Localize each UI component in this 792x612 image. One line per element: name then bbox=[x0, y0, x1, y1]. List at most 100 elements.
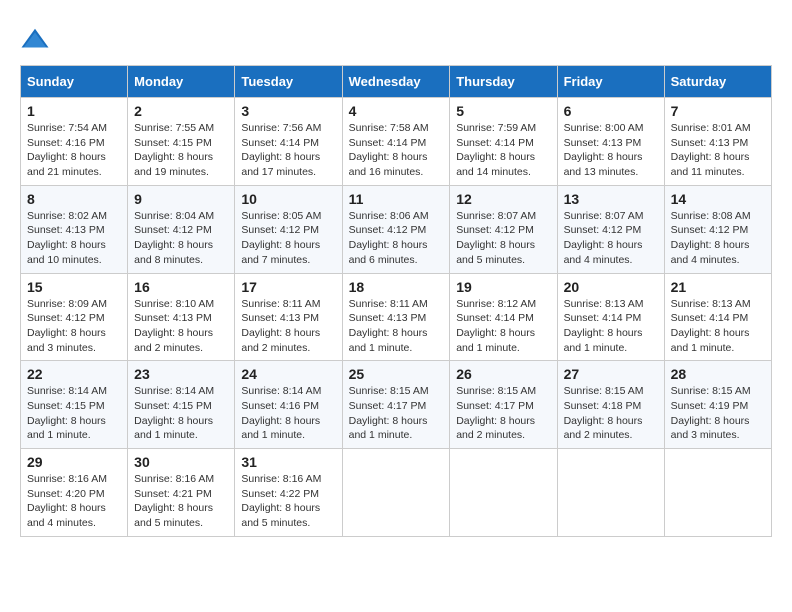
day-info: Sunrise: 7:59 AMSunset: 4:14 PMDaylight:… bbox=[456, 121, 550, 180]
day-number: 12 bbox=[456, 191, 550, 207]
day-number: 15 bbox=[27, 279, 121, 295]
calendar-cell: 25Sunrise: 8:15 AMSunset: 4:17 PMDayligh… bbox=[342, 361, 450, 449]
day-number: 27 bbox=[564, 366, 658, 382]
logo-icon bbox=[20, 25, 50, 55]
day-number: 26 bbox=[456, 366, 550, 382]
day-info: Sunrise: 8:02 AMSunset: 4:13 PMDaylight:… bbox=[27, 209, 121, 268]
day-number: 14 bbox=[671, 191, 765, 207]
calendar: SundayMondayTuesdayWednesdayThursdayFrid… bbox=[20, 65, 772, 537]
day-info: Sunrise: 7:55 AMSunset: 4:15 PMDaylight:… bbox=[134, 121, 228, 180]
day-number: 9 bbox=[134, 191, 228, 207]
day-number: 6 bbox=[564, 103, 658, 119]
day-number: 10 bbox=[241, 191, 335, 207]
day-number: 17 bbox=[241, 279, 335, 295]
day-number: 2 bbox=[134, 103, 228, 119]
day-number: 3 bbox=[241, 103, 335, 119]
day-info: Sunrise: 8:16 AMSunset: 4:21 PMDaylight:… bbox=[134, 472, 228, 531]
day-number: 30 bbox=[134, 454, 228, 470]
calendar-cell: 13 Sunrise: 8:07 AMSunset: 4:12 PMDayligh… bbox=[557, 185, 664, 273]
calendar-cell: 9 Sunrise: 8:04 AMSunset: 4:12 PMDaylight… bbox=[128, 185, 235, 273]
calendar-cell: 18 Sunrise: 8:11 AMSunset: 4:13 PMDayligh… bbox=[342, 273, 450, 361]
day-number: 11 bbox=[349, 191, 444, 207]
day-number: 22 bbox=[27, 366, 121, 382]
calendar-cell: 12 Sunrise: 8:07 AMSunset: 4:12 PMDayligh… bbox=[450, 185, 557, 273]
day-info: Sunrise: 8:16 AMSunset: 4:20 PMDaylight:… bbox=[27, 472, 121, 531]
day-info: Sunrise: 8:05 AMSunset: 4:12 PMDaylight:… bbox=[241, 209, 335, 268]
calendar-cell: 3Sunrise: 7:56 AMSunset: 4:14 PMDaylight… bbox=[235, 98, 342, 186]
column-header-wednesday: Wednesday bbox=[342, 66, 450, 98]
calendar-cell bbox=[664, 449, 771, 537]
column-header-saturday: Saturday bbox=[664, 66, 771, 98]
calendar-cell bbox=[342, 449, 450, 537]
calendar-cell: 27 Sunrise: 8:15 AMSunset: 4:18 PMDayligh… bbox=[557, 361, 664, 449]
day-number: 1 bbox=[27, 103, 121, 119]
calendar-cell: 29 Sunrise: 8:16 AMSunset: 4:20 PMDayligh… bbox=[21, 449, 128, 537]
day-number: 4 bbox=[349, 103, 444, 119]
day-number: 29 bbox=[27, 454, 121, 470]
calendar-cell: 16Sunrise: 8:10 AMSunset: 4:13 PMDayligh… bbox=[128, 273, 235, 361]
day-info: Sunrise: 8:15 AMSunset: 4:18 PMDaylight:… bbox=[564, 384, 658, 443]
day-number: 25 bbox=[349, 366, 444, 382]
calendar-cell: 2 Sunrise: 7:55 AMSunset: 4:15 PMDaylight… bbox=[128, 98, 235, 186]
logo bbox=[20, 25, 54, 55]
day-info: Sunrise: 8:16 AMSunset: 4:22 PMDaylight:… bbox=[241, 472, 335, 531]
day-number: 16 bbox=[134, 279, 228, 295]
day-info: Sunrise: 8:14 AMSunset: 4:16 PMDaylight:… bbox=[241, 384, 335, 443]
column-header-monday: Monday bbox=[128, 66, 235, 98]
column-header-tuesday: Tuesday bbox=[235, 66, 342, 98]
calendar-cell: 24 Sunrise: 8:14 AMSunset: 4:16 PMDayligh… bbox=[235, 361, 342, 449]
day-info: Sunrise: 8:08 AMSunset: 4:12 PMDaylight:… bbox=[671, 209, 765, 268]
day-info: Sunrise: 8:06 AMSunset: 4:12 PMDaylight:… bbox=[349, 209, 444, 268]
day-info: Sunrise: 8:07 AMSunset: 4:12 PMDaylight:… bbox=[564, 209, 658, 268]
calendar-cell: 26 Sunrise: 8:15 AMSunset: 4:17 PMDayligh… bbox=[450, 361, 557, 449]
column-header-sunday: Sunday bbox=[21, 66, 128, 98]
day-number: 18 bbox=[349, 279, 444, 295]
day-info: Sunrise: 8:11 AMSunset: 4:13 PMDaylight:… bbox=[241, 297, 335, 356]
calendar-cell: 23Sunrise: 8:14 AMSunset: 4:15 PMDayligh… bbox=[128, 361, 235, 449]
day-number: 21 bbox=[671, 279, 765, 295]
day-info: Sunrise: 8:13 AMSunset: 4:14 PMDaylight:… bbox=[671, 297, 765, 356]
calendar-cell: 14 Sunrise: 8:08 AMSunset: 4:12 PMDayligh… bbox=[664, 185, 771, 273]
calendar-cell: 8 Sunrise: 8:02 AMSunset: 4:13 PMDaylight… bbox=[21, 185, 128, 273]
day-number: 19 bbox=[456, 279, 550, 295]
column-header-friday: Friday bbox=[557, 66, 664, 98]
calendar-week-4: 22 Sunrise: 8:14 AMSunset: 4:15 PMDayligh… bbox=[21, 361, 772, 449]
calendar-cell: 11 Sunrise: 8:06 AMSunset: 4:12 PMDayligh… bbox=[342, 185, 450, 273]
calendar-cell: 5 Sunrise: 7:59 AMSunset: 4:14 PMDaylight… bbox=[450, 98, 557, 186]
column-header-thursday: Thursday bbox=[450, 66, 557, 98]
calendar-week-1: 1Sunrise: 7:54 AMSunset: 4:16 PMDaylight… bbox=[21, 98, 772, 186]
day-number: 24 bbox=[241, 366, 335, 382]
calendar-cell: 10 Sunrise: 8:05 AMSunset: 4:12 PMDayligh… bbox=[235, 185, 342, 273]
calendar-cell: 20Sunrise: 8:13 AMSunset: 4:14 PMDayligh… bbox=[557, 273, 664, 361]
calendar-header-row: SundayMondayTuesdayWednesdayThursdayFrid… bbox=[21, 66, 772, 98]
day-info: Sunrise: 8:04 AMSunset: 4:12 PMDaylight:… bbox=[134, 209, 228, 268]
calendar-cell: 6 Sunrise: 8:00 AMSunset: 4:13 PMDaylight… bbox=[557, 98, 664, 186]
calendar-cell: 22 Sunrise: 8:14 AMSunset: 4:15 PMDayligh… bbox=[21, 361, 128, 449]
day-info: Sunrise: 8:15 AMSunset: 4:17 PMDaylight:… bbox=[456, 384, 550, 443]
day-number: 28 bbox=[671, 366, 765, 382]
calendar-cell: 30 Sunrise: 8:16 AMSunset: 4:21 PMDayligh… bbox=[128, 449, 235, 537]
header bbox=[20, 20, 772, 55]
day-info: Sunrise: 8:11 AMSunset: 4:13 PMDaylight:… bbox=[349, 297, 444, 356]
day-info: Sunrise: 8:00 AMSunset: 4:13 PMDaylight:… bbox=[564, 121, 658, 180]
calendar-cell: 19 Sunrise: 8:12 AMSunset: 4:14 PMDayligh… bbox=[450, 273, 557, 361]
day-info: Sunrise: 8:12 AMSunset: 4:14 PMDaylight:… bbox=[456, 297, 550, 356]
day-info: Sunrise: 8:13 AMSunset: 4:14 PMDaylight:… bbox=[564, 297, 658, 356]
calendar-cell: 1Sunrise: 7:54 AMSunset: 4:16 PMDaylight… bbox=[21, 98, 128, 186]
day-info: Sunrise: 8:15 AMSunset: 4:19 PMDaylight:… bbox=[671, 384, 765, 443]
day-info: Sunrise: 8:01 AMSunset: 4:13 PMDaylight:… bbox=[671, 121, 765, 180]
calendar-cell: 31 Sunrise: 8:16 AMSunset: 4:22 PMDayligh… bbox=[235, 449, 342, 537]
day-number: 13 bbox=[564, 191, 658, 207]
calendar-cell bbox=[557, 449, 664, 537]
calendar-cell: 21 Sunrise: 8:13 AMSunset: 4:14 PMDayligh… bbox=[664, 273, 771, 361]
day-number: 31 bbox=[241, 454, 335, 470]
day-info: Sunrise: 7:58 AMSunset: 4:14 PMDaylight:… bbox=[349, 121, 444, 180]
calendar-week-3: 15Sunrise: 8:09 AMSunset: 4:12 PMDayligh… bbox=[21, 273, 772, 361]
calendar-cell: 15Sunrise: 8:09 AMSunset: 4:12 PMDayligh… bbox=[21, 273, 128, 361]
day-number: 23 bbox=[134, 366, 228, 382]
day-number: 5 bbox=[456, 103, 550, 119]
day-info: Sunrise: 8:07 AMSunset: 4:12 PMDaylight:… bbox=[456, 209, 550, 268]
calendar-cell: 28 Sunrise: 8:15 AMSunset: 4:19 PMDayligh… bbox=[664, 361, 771, 449]
day-number: 8 bbox=[27, 191, 121, 207]
day-info: Sunrise: 8:14 AMSunset: 4:15 PMDaylight:… bbox=[27, 384, 121, 443]
